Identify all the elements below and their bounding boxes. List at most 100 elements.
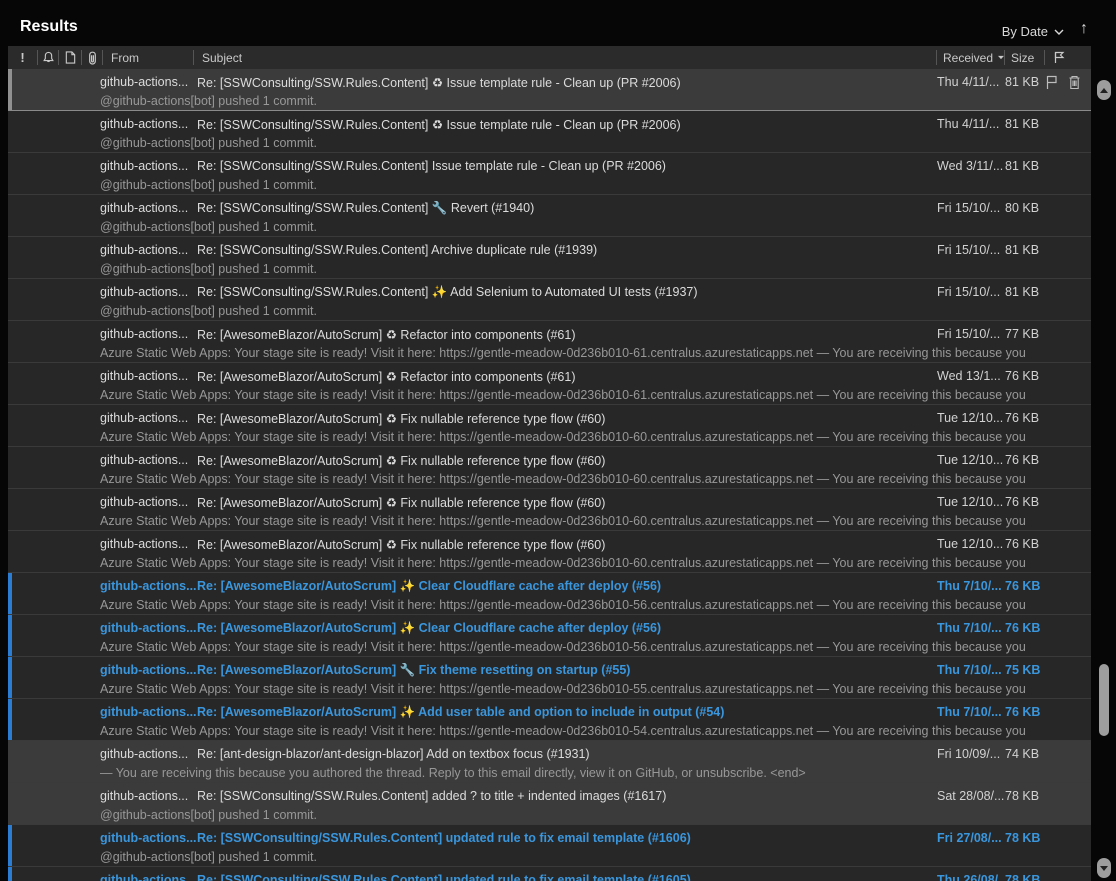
message-from: github-actions...	[100, 285, 197, 299]
message-received: Tue 12/10...	[937, 495, 1005, 509]
message-size: 81 KB	[1005, 75, 1045, 89]
flag-icon[interactable]	[1045, 75, 1058, 90]
message-preview: Azure Static Web Apps: Your stage site i…	[100, 638, 1091, 656]
message-row[interactable]: github-actions... Re: [SSWConsulting/SSW…	[8, 111, 1091, 153]
message-from: github-actions...	[100, 663, 197, 677]
message-received: Thu 26/08/...	[937, 873, 1005, 881]
column-quick-filter[interactable]	[1045, 46, 1091, 69]
chevron-down-icon	[1054, 29, 1064, 35]
message-subject: Re: [AwesomeBlazor/AutoScrum] 🔧 Fix them…	[197, 663, 937, 678]
message-preview: @github-actions[bot] pushed 1 commit.	[100, 218, 1091, 236]
message-from: github-actions...	[100, 873, 197, 881]
message-hover-actions	[1045, 75, 1091, 90]
message-size: 78 KB	[1005, 831, 1045, 845]
document-icon	[65, 51, 76, 64]
message-row[interactable]: github-actions... Re: [AwesomeBlazor/Aut…	[8, 447, 1091, 489]
message-row[interactable]: github-actions... Re: [AwesomeBlazor/Aut…	[8, 363, 1091, 405]
message-size: 81 KB	[1005, 117, 1045, 131]
message-from: github-actions...	[100, 621, 197, 635]
sort-direction-button[interactable]: ↑	[1080, 20, 1088, 38]
message-row[interactable]: github-actions... Re: [AwesomeBlazor/Aut…	[8, 573, 1091, 615]
column-size[interactable]: Size	[1005, 46, 1044, 69]
message-row[interactable]: github-actions... Re: [SSWConsulting/SSW…	[8, 783, 1091, 825]
column-item-type[interactable]	[59, 46, 81, 69]
column-received[interactable]: Received	[937, 46, 1004, 69]
message-size: 76 KB	[1005, 411, 1045, 425]
paperclip-icon	[88, 51, 97, 65]
message-row[interactable]: github-actions... Re: [SSWConsulting/SSW…	[8, 279, 1091, 321]
message-received: Wed 3/11/...	[937, 159, 1005, 173]
message-row[interactable]: github-actions... Re: [ant-design-blazor…	[8, 741, 1091, 783]
column-header-row: ! From Subject Received Size	[8, 46, 1091, 69]
message-size: 74 KB	[1005, 747, 1045, 761]
message-from: github-actions...	[100, 495, 197, 509]
message-subject: Re: [ant-design-blazor/ant-design-blazor…	[197, 747, 937, 761]
message-received: Thu 7/10/...	[937, 579, 1005, 593]
trash-icon[interactable]	[1068, 75, 1081, 90]
message-subject: Re: [AwesomeBlazor/AutoScrum] ♻ Fix null…	[197, 453, 937, 468]
triangle-up-icon	[1100, 88, 1108, 93]
message-subject: Re: [AwesomeBlazor/AutoScrum] ✨ Clear Cl…	[197, 621, 937, 636]
message-received: Tue 12/10...	[937, 537, 1005, 551]
message-from: github-actions...	[100, 705, 197, 719]
message-row[interactable]: github-actions... Re: [AwesomeBlazor/Aut…	[8, 321, 1091, 363]
message-received: Fri 15/10/...	[937, 285, 1005, 299]
message-row[interactable]: github-actions... Re: [SSWConsulting/SSW…	[8, 237, 1091, 279]
message-subject: Re: [SSWConsulting/SSW.Rules.Content] ♻ …	[197, 75, 937, 90]
message-preview: @github-actions[bot] pushed 1 commit.	[100, 302, 1091, 320]
message-received: Wed 13/1...	[937, 369, 1005, 383]
message-received: Thu 7/10/...	[937, 663, 1005, 677]
message-row[interactable]: github-actions... Re: [SSWConsulting/SSW…	[8, 69, 1091, 111]
scrollbar-thumb[interactable]	[1099, 664, 1109, 736]
message-row[interactable]: github-actions... Re: [AwesomeBlazor/Aut…	[8, 615, 1091, 657]
message-from: github-actions...	[100, 579, 197, 593]
scroll-up-button[interactable]	[1097, 80, 1111, 100]
message-row[interactable]: github-actions... Re: [SSWConsulting/SSW…	[8, 867, 1091, 881]
column-importance[interactable]: !	[8, 46, 37, 69]
message-size: 76 KB	[1005, 579, 1045, 593]
message-preview: Azure Static Web Apps: Your stage site i…	[100, 386, 1091, 404]
message-from: github-actions...	[100, 411, 197, 425]
column-subject[interactable]: Subject	[194, 46, 936, 69]
filter-flag-icon	[1053, 51, 1065, 64]
scroll-down-button[interactable]	[1097, 858, 1111, 878]
column-reminder[interactable]	[38, 46, 58, 69]
message-size: 81 KB	[1005, 243, 1045, 257]
message-size: 76 KB	[1005, 495, 1045, 509]
message-received: Tue 12/10...	[937, 453, 1005, 467]
column-attachment[interactable]	[82, 46, 102, 69]
message-row[interactable]: github-actions... Re: [SSWConsulting/SSW…	[8, 153, 1091, 195]
message-received: Thu 7/10/...	[937, 705, 1005, 719]
message-received: Thu 4/11/...	[937, 75, 1005, 89]
results-titlebar: Results By Date ↑	[0, 0, 1116, 46]
message-preview: Azure Static Web Apps: Your stage site i…	[100, 512, 1091, 530]
message-received: Tue 12/10...	[937, 411, 1005, 425]
message-subject: Re: [AwesomeBlazor/AutoScrum] ✨ Clear Cl…	[197, 579, 937, 594]
vertical-scrollbar	[1096, 78, 1112, 881]
message-row[interactable]: github-actions... Re: [AwesomeBlazor/Aut…	[8, 405, 1091, 447]
message-row[interactable]: github-actions... Re: [AwesomeBlazor/Aut…	[8, 531, 1091, 573]
message-received: Thu 4/11/...	[937, 117, 1005, 131]
message-row[interactable]: github-actions... Re: [AwesomeBlazor/Aut…	[8, 489, 1091, 531]
message-row[interactable]: github-actions... Re: [AwesomeBlazor/Aut…	[8, 699, 1091, 741]
message-from: github-actions...	[100, 537, 197, 551]
message-preview: @github-actions[bot] pushed 1 commit.	[100, 848, 1091, 866]
message-size: 78 KB	[1005, 789, 1045, 803]
message-received: Fri 15/10/...	[937, 243, 1005, 257]
sort-by-dropdown[interactable]: By Date	[1002, 24, 1064, 39]
message-row[interactable]: github-actions... Re: [SSWConsulting/SSW…	[8, 825, 1091, 867]
message-row[interactable]: github-actions... Re: [SSWConsulting/SSW…	[8, 195, 1091, 237]
column-from[interactable]: From	[103, 46, 193, 69]
message-from: github-actions...	[100, 831, 197, 845]
message-preview: Azure Static Web Apps: Your stage site i…	[100, 596, 1091, 614]
message-size: 81 KB	[1005, 285, 1045, 299]
message-subject: Re: [AwesomeBlazor/AutoScrum] ♻ Fix null…	[197, 495, 937, 510]
message-from: github-actions...	[100, 369, 197, 383]
message-size: 81 KB	[1005, 159, 1045, 173]
message-subject: Re: [AwesomeBlazor/AutoScrum] ♻ Fix null…	[197, 411, 937, 426]
message-received: Fri 15/10/...	[937, 327, 1005, 341]
message-row[interactable]: github-actions... Re: [AwesomeBlazor/Aut…	[8, 657, 1091, 699]
message-received: Fri 10/09/...	[937, 747, 1005, 761]
triangle-down-icon	[1100, 866, 1108, 871]
message-from: github-actions...	[100, 117, 197, 131]
